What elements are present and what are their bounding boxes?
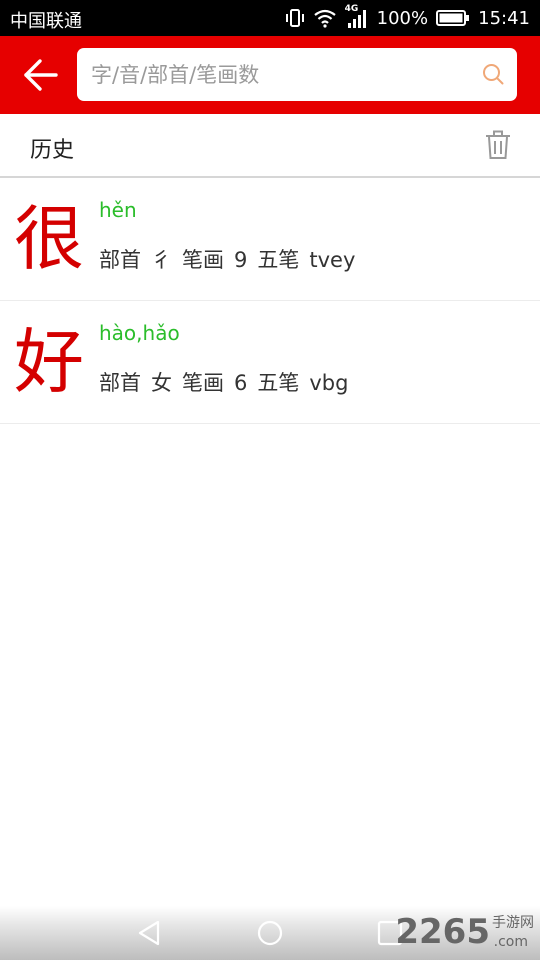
search-box[interactable]	[77, 48, 517, 101]
clock: 15:41	[478, 7, 530, 29]
wubi-label: 五笔	[257, 371, 300, 395]
watermark-number: 2265	[395, 912, 490, 952]
radical-label: 部首	[99, 371, 141, 395]
back-arrow-icon[interactable]	[22, 58, 62, 92]
status-icons: 4G 100% 15:41	[285, 0, 530, 36]
pinyin: hào,hǎo	[99, 321, 180, 345]
list-item[interactable]: 很 hěn 部首彳笔画 9 五笔 tvey	[0, 178, 540, 301]
radical-value: 女	[151, 371, 172, 395]
radical-label: 部首	[99, 248, 141, 272]
strokes-label: 笔画	[182, 371, 224, 395]
char-details: 部首女笔画 6 五笔 vbg	[99, 367, 358, 397]
signal-group: 4G	[345, 4, 369, 30]
app-bar	[0, 36, 540, 114]
watermark-text: 手游网	[492, 915, 534, 931]
strokes-value: 6	[234, 371, 248, 395]
history-list: 很 hěn 部首彳笔画 9 五笔 tvey 好 hào,hǎo 部首女笔画 6 五笔 vbg	[0, 178, 540, 424]
list-item[interactable]: 好 hào,hǎo 部首女笔画 6 五笔 vbg	[0, 301, 540, 424]
wubi-label: 五笔	[257, 248, 300, 272]
nav-back-icon[interactable]	[135, 918, 165, 948]
search-icon[interactable]	[481, 62, 505, 86]
char-details: 部首彳笔画 9 五笔 tvey	[99, 244, 365, 274]
character: 好	[14, 321, 84, 403]
history-title: 历史	[30, 138, 75, 163]
character: 很	[14, 198, 84, 280]
wubi-value: tvey	[309, 248, 356, 272]
watermark-suffix: .com	[493, 934, 528, 950]
search-input[interactable]	[89, 56, 473, 94]
status-bar: 中国联通 4G 100% 15:41	[0, 0, 540, 36]
watermark-logo: 2265 手游网 .com	[395, 912, 534, 952]
vibrate-icon	[285, 9, 304, 27]
carrier-name: 中国联通	[10, 11, 82, 32]
strokes-value: 9	[234, 248, 248, 272]
history-header: 历史	[0, 114, 540, 178]
nav-home-icon[interactable]	[255, 918, 285, 948]
trash-icon[interactable]	[484, 130, 512, 160]
signal-icon	[347, 10, 366, 28]
wifi-icon	[313, 9, 336, 28]
radical-value: 彳	[151, 248, 172, 272]
battery-percent: 100%	[376, 7, 429, 29]
wubi-value: vbg	[309, 371, 349, 395]
pinyin: hěn	[99, 198, 137, 222]
battery-icon	[436, 10, 470, 26]
strokes-label: 笔画	[182, 248, 224, 272]
